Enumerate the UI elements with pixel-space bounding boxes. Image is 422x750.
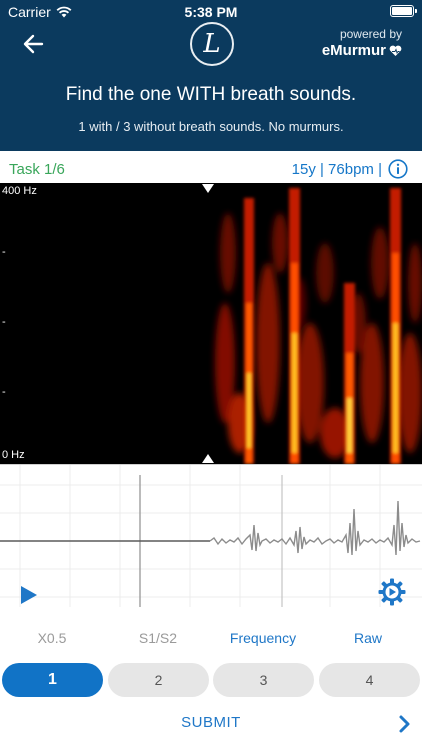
submit-row: SUBMIT: [0, 712, 422, 738]
powered-by: powered by eMurmur: [322, 27, 402, 59]
app-logo: L: [190, 22, 234, 66]
freq-label-bottom: 0 Hz: [2, 449, 25, 461]
brand: eMurmur: [322, 42, 402, 59]
playhead-bottom-marker[interactable]: [202, 453, 214, 463]
chevron-right-icon[interactable]: [398, 714, 412, 734]
powered-by-label: powered by: [339, 27, 402, 41]
status-bar: Carrier 5:38 PM: [0, 0, 422, 24]
info-icon[interactable]: [388, 159, 408, 179]
freq-label-top: 400 Hz: [2, 185, 37, 197]
patient-vitals: 15y | 76bpm |: [291, 161, 382, 178]
playhead-top-marker[interactable]: [202, 183, 214, 193]
back-arrow-icon[interactable]: [18, 30, 52, 58]
s1s2-option[interactable]: S1/S2: [108, 630, 208, 646]
speed-option[interactable]: X0.5: [2, 630, 102, 646]
header: Carrier 5:38 PM L powered by eMurmur Fin…: [0, 0, 422, 151]
waveform-panel[interactable]: [0, 464, 422, 607]
raw-option[interactable]: Raw: [318, 630, 418, 646]
spectrogram[interactable]: 400 Hz - - - 0 Hz: [0, 183, 422, 464]
battery-icon: [390, 5, 417, 17]
playback-options: X0.5 S1/S2 Frequency Raw: [0, 630, 422, 650]
choice-button-3[interactable]: 3: [213, 663, 314, 697]
spectrogram-image: [210, 183, 422, 464]
clock: 5:38 PM: [184, 4, 238, 20]
play-icon[interactable]: [20, 585, 38, 605]
answer-choices: 1 2 3 4: [0, 663, 422, 697]
choice-button-4[interactable]: 4: [319, 663, 420, 697]
brand-name: eMurmur: [321, 42, 386, 59]
freq-tick: -: [2, 246, 6, 258]
freq-tick: -: [2, 386, 6, 398]
brand-heart-icon: [389, 45, 402, 56]
page-title: Find the one WITH breath sounds.: [65, 84, 357, 105]
choice-button-2[interactable]: 2: [108, 663, 209, 697]
settings-gear-icon[interactable]: [377, 577, 407, 607]
page-subtitle: 1 with / 3 without breath sounds. No mur…: [78, 119, 344, 134]
logo-letter: L: [203, 29, 221, 59]
task-info-row: Task 1/6 15y | 76bpm |: [0, 158, 422, 182]
choice-button-1[interactable]: 1: [2, 663, 103, 697]
submit-button[interactable]: SUBMIT: [0, 714, 422, 731]
frequency-option[interactable]: Frequency: [213, 630, 313, 646]
waveform-plot: [0, 465, 422, 607]
freq-tick: -: [2, 316, 6, 328]
task-counter: Task 1/6: [9, 161, 65, 178]
